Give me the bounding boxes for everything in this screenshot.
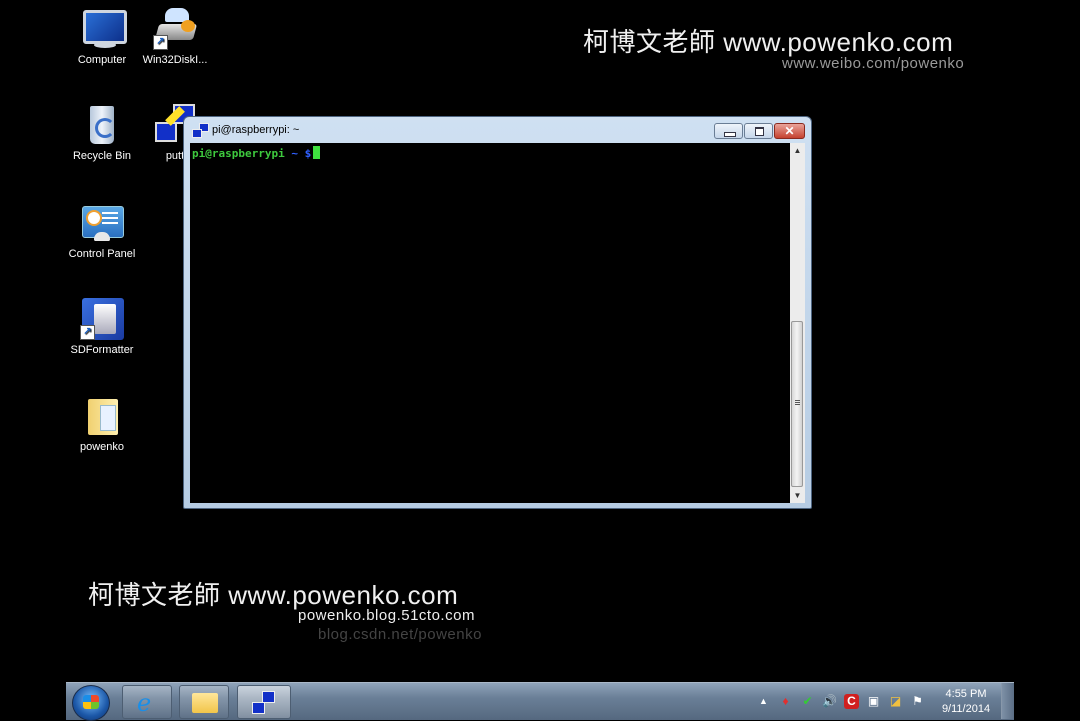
disk-imager-icon: ↗ <box>151 6 199 52</box>
taskbar: e ▲ ♦ ✔ 🔊 C ▣ ◪ ⚑ 4:55 PM 9/11/2014 <box>66 682 1014 721</box>
maximize-button[interactable] <box>744 123 773 139</box>
desktop-icon-label: Recycle Bin <box>72 150 132 162</box>
terminal-area[interactable]: pi@raspberrypi ~ $ <box>190 143 790 503</box>
desktop-icon-sdformatter[interactable]: ↗ SDFormatter <box>62 296 142 356</box>
clock[interactable]: 4:55 PM 9/11/2014 <box>938 687 994 717</box>
desktop-icon-label: Computer <box>77 54 127 66</box>
usb-safe-remove-icon[interactable]: ✔ <box>800 694 815 709</box>
close-icon: ✕ <box>784 124 795 138</box>
windows-logo-icon <box>83 695 99 709</box>
shortcut-arrow-icon: ↗ <box>153 35 168 50</box>
watermark-top-main: 柯博文老師 www.powenko.com <box>583 27 954 57</box>
prompt-path: ~ $ <box>284 147 312 160</box>
watermark-bottom-sub2: blog.csdn.net/powenko <box>318 626 482 643</box>
watermark-top-sub: www.weibo.com/powenko <box>782 55 965 72</box>
folder-icon <box>192 693 218 713</box>
clock-time: 4:55 PM <box>945 688 987 700</box>
desktop-icon-label: powenko <box>79 441 125 453</box>
fox-icon[interactable]: ♦ <box>778 694 793 709</box>
show-desktop-button[interactable] <box>1001 683 1014 719</box>
putty-icon[interactable] <box>192 123 209 138</box>
start-button[interactable] <box>72 685 110 721</box>
window-title: pi@raspberrypi: ~ <box>212 124 300 136</box>
desktop-icon-label: Win32DiskI... <box>142 54 208 66</box>
shortcut-arrow-icon: ↗ <box>80 325 95 340</box>
prompt-user-host: pi@raspberrypi <box>192 147 285 160</box>
network-icon[interactable]: ▣ <box>866 694 881 709</box>
clock-date: 9/11/2014 <box>941 703 991 715</box>
vertical-scrollbar[interactable]: ▲ ▼ <box>790 143 805 503</box>
close-button[interactable]: ✕ <box>774 123 805 139</box>
desktop-icon-control-panel[interactable]: Control Panel <box>62 200 142 260</box>
taskbar-putty[interactable] <box>237 685 291 719</box>
window-titlebar[interactable]: pi@raspberrypi: ~ ✕ <box>184 117 811 143</box>
scroll-up-button[interactable]: ▲ <box>790 143 805 158</box>
grip-icon <box>795 400 800 406</box>
show-hidden-icons-button[interactable]: ▲ <box>756 694 771 709</box>
watermark-bottom-sub1: powenko.blog.51cto.com <box>298 607 475 624</box>
action-center-flag-icon[interactable]: ⚑ <box>910 694 925 709</box>
sdformatter-icon: ↗ <box>78 296 126 342</box>
putty-window[interactable]: pi@raspberrypi: ~ ✕ pi@raspberrypi ~ $ ▲… <box>183 116 812 509</box>
minimize-button[interactable] <box>714 123 743 139</box>
windows-update-icon[interactable]: ◪ <box>888 694 903 709</box>
desktop-icon-win32diskimager[interactable]: ↗ Win32DiskI... <box>135 6 215 66</box>
control-panel-icon <box>78 200 126 246</box>
terminal-prompt: pi@raspberrypi ~ $ <box>192 146 321 160</box>
folder-icon <box>78 393 126 439</box>
scroll-down-button[interactable]: ▼ <box>790 488 805 503</box>
volume-icon[interactable]: 🔊 <box>822 694 837 709</box>
desktop-icon-label: SDFormatter <box>70 344 134 356</box>
desktop-icon-computer[interactable]: Computer <box>62 6 142 66</box>
desktop-icon-label: Control Panel <box>68 248 136 260</box>
desktop-icon-recycle-bin[interactable]: Recycle Bin <box>62 102 142 162</box>
computer-icon <box>78 6 127 52</box>
taskbar-windows-explorer[interactable] <box>179 685 229 719</box>
scrollbar-thumb[interactable] <box>791 321 803 487</box>
putty-icon <box>252 691 276 715</box>
desktop-icon-powenko-folder[interactable]: powenko <box>62 393 142 453</box>
internet-explorer-icon: e <box>137 689 152 717</box>
terminal-cursor <box>313 146 321 159</box>
security-icon[interactable]: C <box>844 694 859 709</box>
recycle-bin-icon <box>78 102 126 148</box>
taskbar-internet-explorer[interactable]: e <box>122 685 172 719</box>
